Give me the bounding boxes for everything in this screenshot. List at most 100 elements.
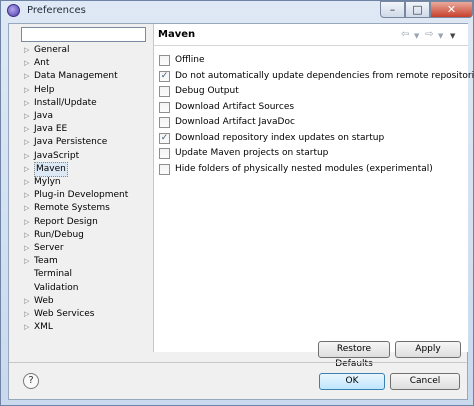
- option-row[interactable]: ✓ Download repository index updates on st…: [159, 132, 459, 145]
- tree-item-help[interactable]: ▷ Help: [19, 84, 147, 97]
- tree-item-java[interactable]: ▷ Java: [19, 110, 147, 123]
- expand-arrow-icon[interactable]: ▷: [24, 57, 29, 70]
- forward-arrow-icon[interactable]: ⇨: [425, 29, 433, 40]
- expand-arrow-icon[interactable]: ▷: [24, 242, 29, 255]
- expand-arrow-icon[interactable]: ▷: [24, 321, 29, 334]
- tree-item-server[interactable]: ▷ Server: [19, 242, 147, 255]
- option-label: Do not automatically update dependencies…: [175, 70, 474, 81]
- tree-item-terminal[interactable]: Terminal: [19, 268, 147, 281]
- tree-item-java-ee[interactable]: ▷ Java EE: [19, 123, 147, 136]
- button-bar-divider: [9, 362, 467, 363]
- back-menu-icon[interactable]: ▼: [414, 32, 419, 40]
- tree-item-maven[interactable]: ▷ Maven: [19, 161, 147, 177]
- page-title-divider: [154, 45, 468, 46]
- checkbox-unchecked[interactable]: [159, 55, 170, 66]
- checkbox-unchecked[interactable]: [159, 101, 170, 113]
- checkbox-unchecked[interactable]: [159, 86, 170, 97]
- tree-item-label: Server: [34, 243, 64, 253]
- option-row[interactable]: Download Artifact Sources: [159, 101, 459, 114]
- option-row[interactable]: Debug Output: [159, 85, 459, 98]
- option-label: Download Artifact JavaDoc: [175, 117, 295, 127]
- tree-item-label: Java Persistence: [34, 137, 108, 148]
- tree-item-label: Java EE: [34, 124, 68, 135]
- tree-item-install-update[interactable]: ▷ Install/Update: [19, 97, 147, 110]
- apply-button[interactable]: Apply: [395, 341, 461, 358]
- close-button[interactable]: ✕: [430, 1, 473, 18]
- tree-item-run-debug[interactable]: ▷ Run/Debug: [19, 229, 147, 242]
- tree-item-ant[interactable]: ▷ Ant: [19, 57, 147, 70]
- tree-item-label: Team: [34, 256, 58, 267]
- checkbox-unchecked[interactable]: [159, 163, 170, 175]
- filter-input[interactable]: [21, 27, 146, 42]
- dialog-client-area: ▷ General ▷ Ant ▷ Data Management ▷ Help ▷ Instal…: [8, 23, 474, 400]
- tree-item-label: Maven: [34, 161, 68, 177]
- tree-item-label: Mylyn: [34, 177, 61, 187]
- page-title: Maven: [158, 29, 196, 40]
- expand-arrow-icon[interactable]: ▷: [24, 150, 29, 163]
- tree-item-plug-in-development[interactable]: ▷ Plug-in Development: [19, 189, 147, 202]
- expand-arrow-icon[interactable]: ▷: [24, 189, 29, 202]
- expand-arrow-icon[interactable]: ▷: [24, 123, 29, 136]
- tree-item-javascript[interactable]: ▷ JavaScript: [19, 150, 147, 163]
- checkbox-unchecked[interactable]: [159, 148, 170, 159]
- tree-item-team[interactable]: ▷ Team: [19, 255, 147, 268]
- tree-item-label: Ant: [34, 58, 50, 69]
- tree-item-general[interactable]: ▷ General: [19, 44, 147, 57]
- option-label: Offline: [175, 55, 205, 65]
- back-arrow-icon[interactable]: ⇦: [401, 29, 409, 40]
- cancel-button[interactable]: Cancel: [390, 373, 460, 390]
- expand-arrow-icon[interactable]: ▷: [24, 229, 29, 242]
- ok-button[interactable]: OK: [319, 373, 385, 390]
- tree-item-validation[interactable]: Validation: [19, 282, 147, 295]
- expand-arrow-icon[interactable]: ▷: [24, 216, 29, 229]
- tree-item-report-design[interactable]: ▷ Report Design: [19, 216, 147, 229]
- tree-item-label: Run/Debug: [34, 229, 84, 240]
- view-menu-icon[interactable]: ▼: [450, 32, 455, 40]
- expand-arrow-icon[interactable]: ▷: [24, 176, 29, 189]
- expand-arrow-icon[interactable]: ▷: [24, 44, 29, 57]
- tree-item-label: Plug-in Development: [34, 190, 129, 201]
- window-title: Preferences: [27, 5, 86, 16]
- checkbox-unchecked[interactable]: [159, 117, 170, 128]
- preferences-window: Preferences – □ ✕ ▷ General ▷ Ant ▷ Data Mana…: [0, 0, 474, 406]
- tree-item-mylyn[interactable]: ▷ Mylyn: [19, 176, 147, 189]
- option-row[interactable]: Download Artifact JavaDoc: [159, 116, 459, 129]
- title-bar[interactable]: Preferences – □ ✕: [1, 1, 473, 21]
- expand-arrow-icon[interactable]: ▷: [24, 70, 29, 83]
- expand-arrow-icon[interactable]: ▷: [24, 97, 29, 110]
- option-row[interactable]: ✓ Do not automatically update dependencie…: [159, 70, 474, 83]
- tree-item-label: JavaScript: [34, 150, 80, 161]
- expand-arrow-icon[interactable]: ▷: [24, 136, 29, 149]
- tree-item-label: Validation: [34, 282, 79, 293]
- expand-arrow-icon[interactable]: ▷: [24, 255, 29, 268]
- forward-menu-icon[interactable]: ▼: [438, 32, 443, 40]
- checkbox-checked[interactable]: ✓: [159, 70, 170, 82]
- expand-arrow-icon[interactable]: ▷: [24, 163, 29, 176]
- checkbox-checked[interactable]: ✓: [159, 132, 170, 144]
- expand-arrow-icon[interactable]: ▷: [24, 295, 29, 308]
- minimize-button[interactable]: –: [380, 1, 405, 18]
- option-row[interactable]: Offline: [159, 54, 459, 67]
- tree-item-label: Install/Update: [34, 97, 97, 108]
- tree-item-java-persistence[interactable]: ▷ Java Persistence: [19, 136, 147, 149]
- tree-item-label: Remote Systems: [34, 203, 110, 214]
- restore-defaults-button[interactable]: Restore Defaults: [318, 341, 390, 369]
- option-row[interactable]: Update Maven projects on startup: [159, 147, 459, 160]
- tree-item-label: General: [34, 45, 70, 55]
- option-row[interactable]: Hide folders of physically nested module…: [159, 163, 459, 176]
- tree-item-web-services[interactable]: ▷ Web Services: [19, 308, 147, 321]
- tree-item-remote-systems[interactable]: ▷ Remote Systems: [19, 202, 147, 215]
- tree-item-xml[interactable]: ▷ XML: [19, 321, 147, 334]
- help-icon[interactable]: ?: [23, 373, 39, 389]
- tree-item-label: Report Design: [34, 216, 98, 227]
- eclipse-app-icon: [7, 4, 20, 17]
- tree-item-web[interactable]: ▷ Web: [19, 295, 147, 308]
- tree-item-label: Java: [34, 111, 54, 121]
- expand-arrow-icon[interactable]: ▷: [24, 84, 29, 97]
- tree-item-label: Web: [34, 295, 54, 306]
- expand-arrow-icon[interactable]: ▷: [24, 202, 29, 215]
- tree-item-data-management[interactable]: ▷ Data Management: [19, 70, 147, 83]
- expand-arrow-icon[interactable]: ▷: [24, 308, 29, 321]
- maximize-button[interactable]: □: [405, 1, 430, 18]
- expand-arrow-icon[interactable]: ▷: [24, 110, 29, 123]
